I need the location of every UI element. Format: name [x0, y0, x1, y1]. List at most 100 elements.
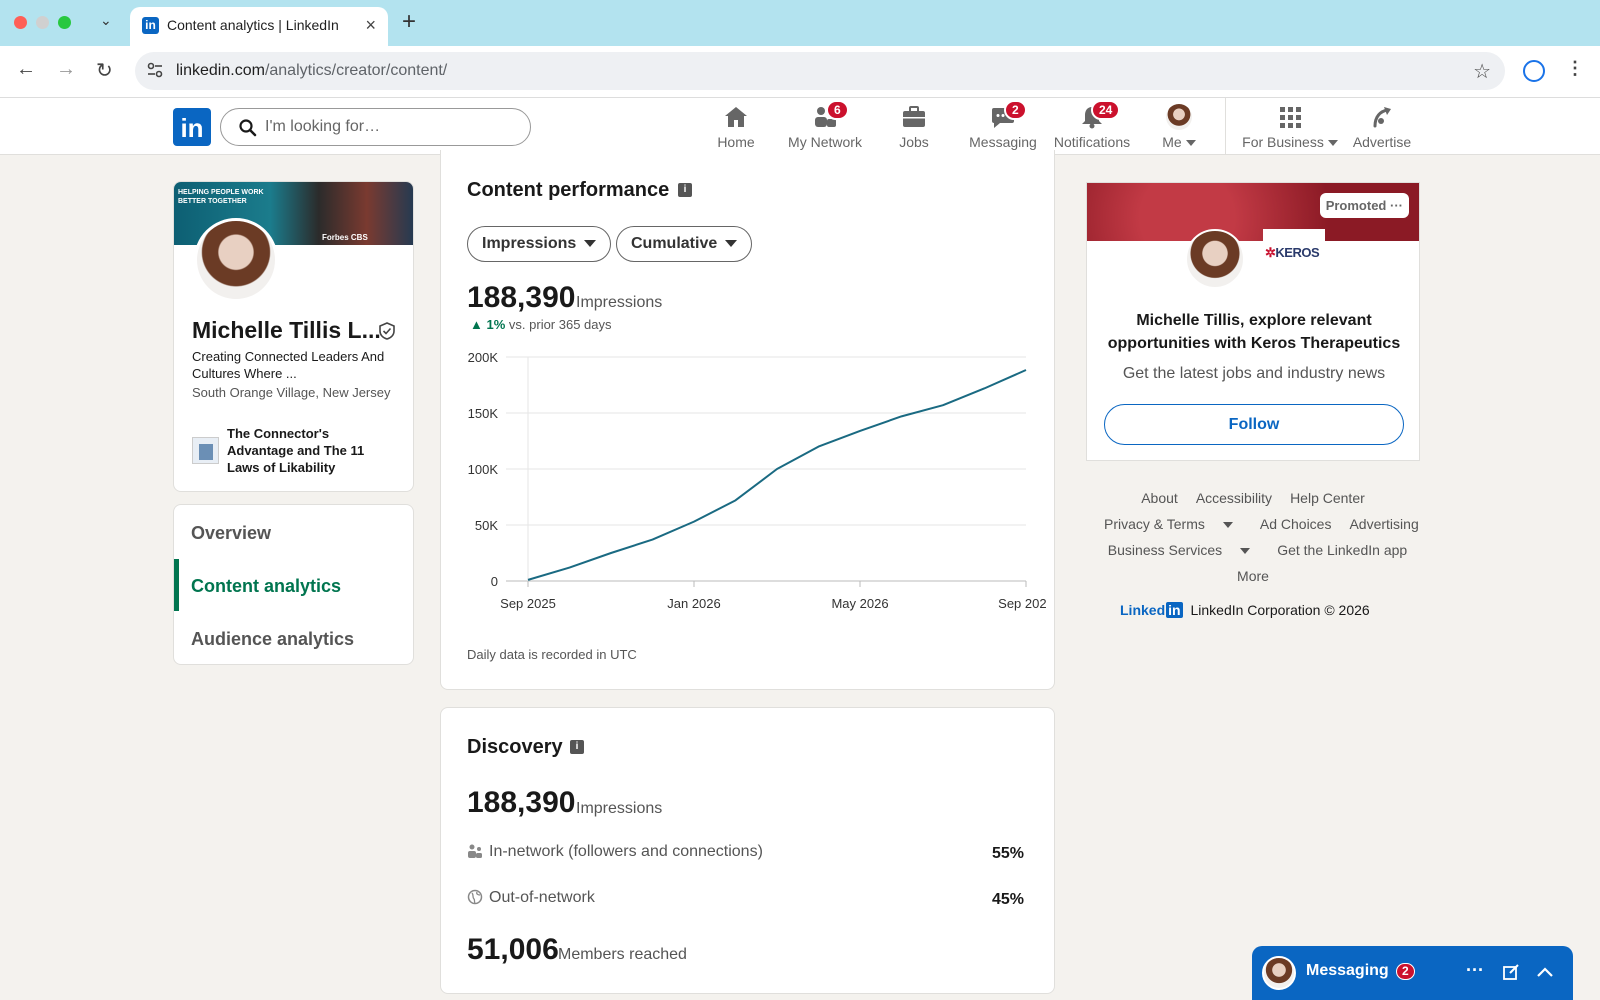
footer-business-services-link[interactable]: Business Services [1099, 542, 1259, 558]
impressions-line-chart: 0 50K 100K 150K 200K Sep 2025 Jan 2026 May 2026… [468, 350, 1046, 611]
site-settings-icon[interactable] [145, 60, 165, 80]
url-bar[interactable]: linkedin.com/analytics/creator/content/ … [135, 52, 1505, 90]
x-tick-label: Sep 2026 [998, 596, 1046, 611]
metric-dropdown[interactable]: Impressions [467, 226, 612, 262]
in-network-percent: 55% [992, 845, 1025, 862]
promoted-label: Promoted [1325, 198, 1387, 213]
footer-privacy-terms-link[interactable]: Privacy & Terms [1095, 516, 1242, 532]
footer-more-link[interactable]: More [1237, 568, 1269, 584]
promoted-ad-card: Promoted ··· ✲KEROS Michelle Tillis, exp… [1086, 182, 1420, 461]
ad-member-avatar [1185, 229, 1245, 289]
close-window-button[interactable] [14, 16, 27, 29]
linkedin-header: in I'm looking for… Home 6 My Network Jo… [0, 98, 1600, 155]
messaging-dock[interactable]: Messaging 2 ··· [1252, 946, 1573, 1000]
linkedin-wordmark: Linked in [1120, 602, 1183, 618]
chevron-up-icon[interactable] [1536, 966, 1554, 978]
copyright-text: LinkedIn Corporation © 2026 [1190, 602, 1370, 618]
nav-advertise[interactable]: Advertise [1337, 104, 1427, 150]
profile-avatar[interactable] [194, 218, 278, 302]
footer-get-app-link[interactable]: Get the LinkedIn app [1277, 542, 1407, 558]
notifications-badge: 24 [1091, 100, 1121, 120]
profile-name[interactable]: Michelle Tillis L... [192, 317, 381, 344]
content-performance-title: Content performance [467, 179, 670, 201]
browser-menu-icon[interactable]: ⋮ [1566, 58, 1584, 79]
nav-me[interactable]: Me [1134, 104, 1224, 150]
nav-jobs-label: Jobs [899, 134, 929, 150]
footer-ad-choices-link[interactable]: Ad Choices [1260, 516, 1332, 532]
keros-logo-text: KEROS [1275, 245, 1320, 260]
bookmark-star-icon[interactable]: ☆ [1473, 59, 1491, 84]
nav-jobs[interactable]: Jobs [869, 104, 959, 150]
profile-headline: Creating Connected Leaders And Cultures … [192, 349, 385, 381]
active-indicator [174, 559, 179, 611]
messaging-title: Messaging [1306, 962, 1389, 979]
out-of-network-label: Out-of-network [489, 889, 595, 906]
mode-dropdown[interactable]: Cumulative [616, 226, 753, 262]
ad-title: Michelle Tillis, explore relevant opport… [1107, 312, 1401, 352]
new-tab-icon[interactable]: + [402, 8, 416, 36]
tab-list-chevron-icon[interactable]: ⌄ [100, 12, 112, 29]
footer-help-center-link[interactable]: Help Center [1290, 490, 1365, 506]
url-path: /analytics/creator/content/ [264, 62, 448, 79]
search-input[interactable]: I'm looking for… [220, 108, 531, 146]
footer-advertising-link[interactable]: Advertising [1349, 516, 1418, 532]
y-tick-label: 50K [475, 518, 498, 533]
ad-subtitle: Get the latest jobs and industry news [1122, 365, 1386, 382]
me-avatar [1166, 104, 1192, 130]
linkedin-logo[interactable]: in [173, 108, 211, 146]
side-nav-content-analytics[interactable]: Content analytics [191, 576, 341, 597]
trend-change: ▲ 1% vs. prior 365 days [470, 317, 612, 332]
tab-close-icon[interactable]: × [365, 15, 376, 36]
impressions-series-line [527, 369, 1027, 581]
mode-dropdown-label: Cumulative [631, 235, 718, 252]
utc-footnote: Daily data is recorded in UTC [467, 647, 637, 662]
y-tick-label: 0 [491, 574, 498, 589]
briefcase-icon [903, 106, 925, 127]
info-icon[interactable]: i [678, 183, 692, 197]
profile-featured-book[interactable]: The Connector's Advantage and The 11 Law… [227, 425, 397, 476]
profile-card: HELPING PEOPLE WORK BETTER TOGETHER Forb… [173, 181, 414, 492]
footer-accessibility-link[interactable]: Accessibility [1196, 490, 1272, 506]
forward-icon[interactable]: → [56, 58, 76, 81]
messaging-avatar [1262, 956, 1296, 990]
nav-home-label: Home [717, 134, 755, 150]
nav-for-business[interactable]: For Business [1240, 104, 1340, 150]
promoted-badge[interactable]: Promoted ··· [1319, 193, 1409, 218]
nav-notifications[interactable]: 24 Notifications [1047, 100, 1137, 150]
chevron-down-icon [725, 240, 738, 248]
in-network-label: In-network (followers and connections) [489, 843, 763, 860]
footer-about-link[interactable]: About [1141, 490, 1178, 506]
home-icon [725, 107, 747, 127]
compose-icon[interactable] [1502, 963, 1520, 981]
reload-icon[interactable]: ↻ [96, 58, 113, 83]
chevron-down-icon [1222, 522, 1233, 529]
messaging-badge: 2 [1004, 100, 1027, 120]
discovery-impressions-label: Impressions [576, 800, 663, 817]
out-of-network-percent: 45% [992, 891, 1025, 908]
x-tick-label: Jan 2026 [667, 596, 721, 611]
back-icon[interactable]: ← [16, 58, 36, 81]
total-impressions: 188,390 [467, 281, 576, 314]
browser-toolbar: ← → ↻ linkedin.com/analytics/creator/con… [0, 46, 1600, 98]
url-text: linkedin.com/analytics/creator/content/ [176, 62, 447, 80]
browser-tab-bar: ⌄ in Content analytics | LinkedIn × + [0, 0, 1600, 46]
nav-my-network[interactable]: 6 My Network [780, 100, 870, 150]
minimize-window-button[interactable] [36, 16, 49, 29]
members-reached-label: Members reached [558, 946, 687, 963]
discovery-title: Discovery [467, 736, 563, 758]
info-icon[interactable]: i [570, 740, 584, 754]
analytics-side-nav: Overview Content analytics Audience anal… [173, 504, 414, 665]
maximize-window-button[interactable] [58, 16, 71, 29]
follow-button[interactable]: Follow [1104, 404, 1404, 445]
nav-messaging-label: Messaging [969, 134, 1037, 150]
browser-profile-icon[interactable] [1523, 60, 1545, 82]
browser-tab[interactable]: in Content analytics | LinkedIn × [130, 7, 388, 46]
total-impressions-label: Impressions [576, 294, 663, 311]
nav-advertise-label: Advertise [1352, 134, 1412, 150]
side-nav-overview[interactable]: Overview [191, 523, 271, 544]
banner-text: HELPING PEOPLE WORK BETTER TOGETHER [178, 189, 264, 205]
nav-home[interactable]: Home [691, 104, 781, 150]
more-options-icon[interactable]: ··· [1466, 960, 1484, 981]
side-nav-audience-analytics[interactable]: Audience analytics [191, 629, 354, 650]
nav-messaging[interactable]: 2 Messaging [958, 100, 1048, 150]
